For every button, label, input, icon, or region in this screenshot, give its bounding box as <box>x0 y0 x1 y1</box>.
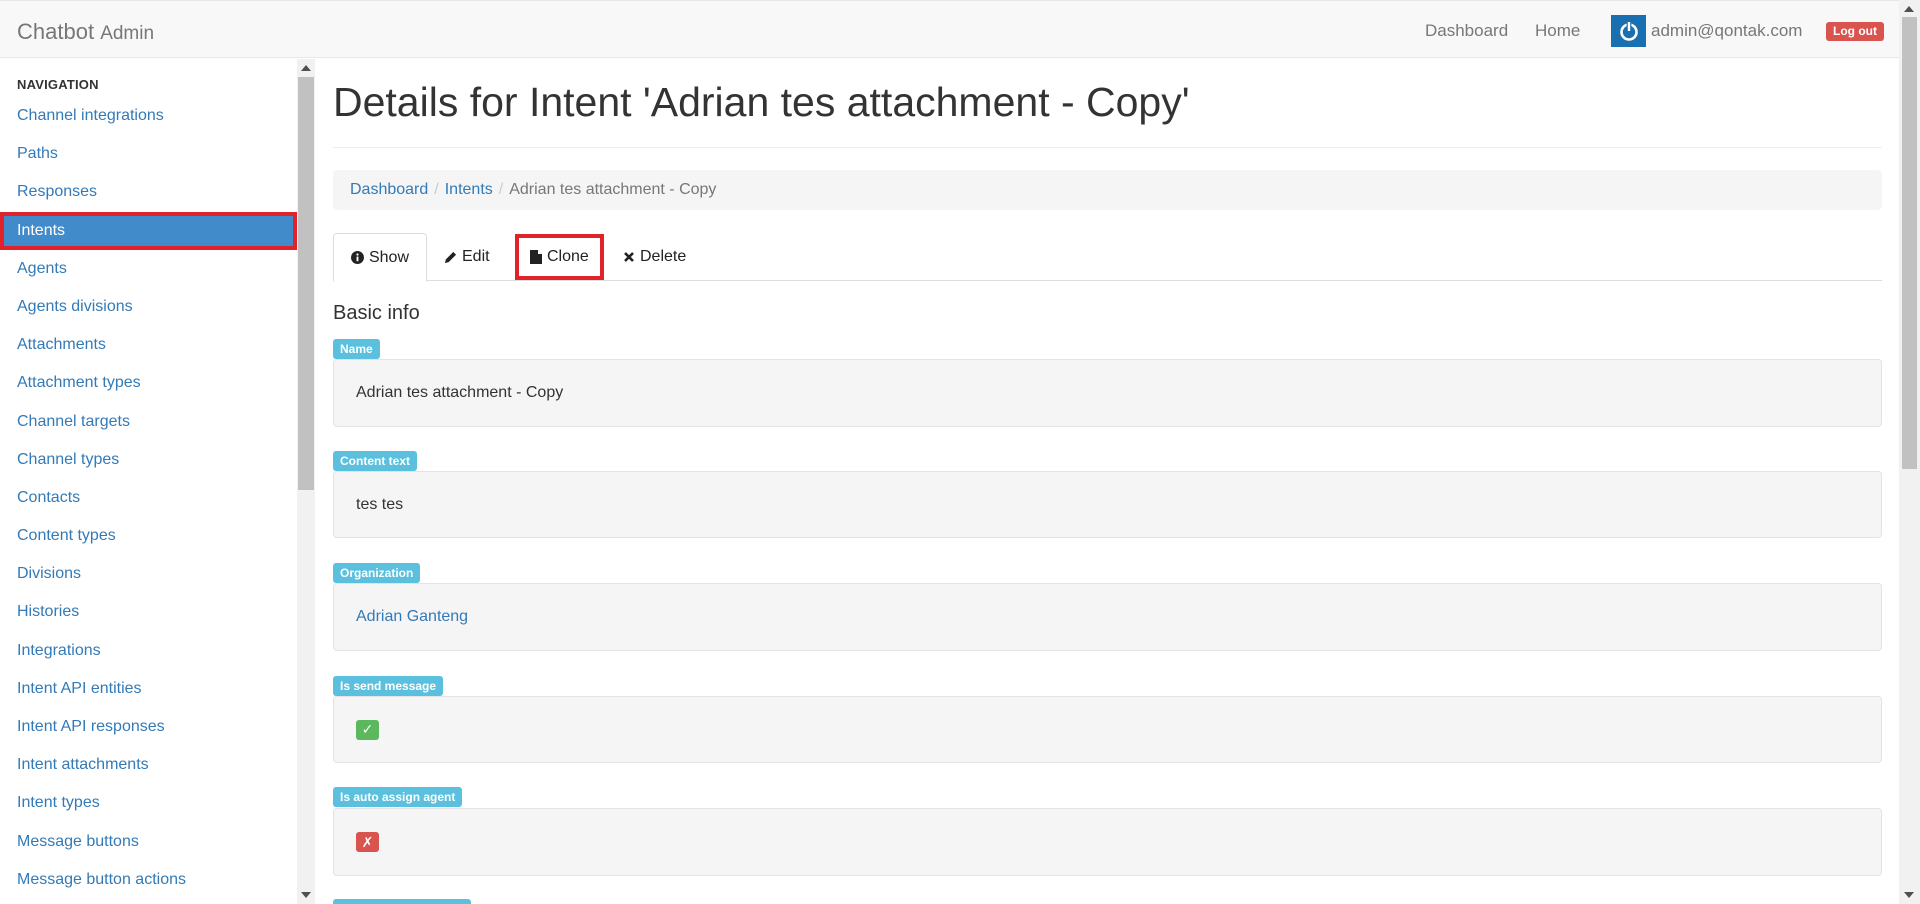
tab-delete-label: Delete <box>640 248 687 265</box>
field-value-is-send-message: ✓ <box>333 696 1882 763</box>
field-label-name: Name <box>333 339 380 359</box>
sidebar-item-channel-types[interactable]: Channel types <box>0 441 297 479</box>
field-label-is-auto-assign-agent: Is auto assign agent <box>333 787 463 807</box>
tab-delete[interactable]: Delete <box>606 233 703 281</box>
sidebar-item-contacts[interactable]: Contacts <box>0 479 297 517</box>
power-icon <box>1619 21 1638 41</box>
sidebar-scrollbar[interactable] <box>297 59 315 904</box>
field-value-name: Adrian tes attachment - Copy <box>333 359 1882 427</box>
sidebar-item-intent-types[interactable]: Intent types <box>0 784 297 822</box>
title-divider <box>333 147 1882 148</box>
tab-edit[interactable]: Edit <box>427 233 507 281</box>
sidebar-item-channel-targets[interactable]: Channel targets <box>0 403 297 441</box>
sidebar-item-channel-integrations[interactable]: Channel integrations <box>0 97 297 135</box>
field-label-content-text: Content text <box>333 451 417 471</box>
sidebar-item-intent-api-responses[interactable]: Intent API responses <box>0 708 297 746</box>
action-tabs: Show Edit Clone Delete <box>333 233 1882 282</box>
cross-no-icon: ✗ <box>356 832 379 852</box>
breadcrumb-separator: / <box>498 181 504 198</box>
field-value-organization: Adrian Ganteng <box>333 583 1882 651</box>
tab-show[interactable]: Show <box>333 233 427 282</box>
sidebar-item-intents[interactable]: Intents <box>0 211 297 250</box>
field-label-is-send-message: Is send message <box>333 676 444 696</box>
field-value-content-text: tes tes <box>333 471 1882 538</box>
scroll-down-icon[interactable] <box>1904 892 1914 898</box>
pencil-icon <box>444 251 457 263</box>
check-yes-icon: ✓ <box>356 719 379 740</box>
content-text-value: tes tes <box>356 495 404 513</box>
organization-link[interactable]: Adrian Ganteng <box>356 608 468 626</box>
scroll-up-icon[interactable] <box>301 65 311 71</box>
main-content: Details for Intent 'Adrian tes attachmen… <box>315 59 1899 904</box>
name-value: Adrian tes attachment - Copy <box>356 384 564 401</box>
tab-show-label: Show <box>368 248 409 266</box>
info-circle-icon <box>351 251 364 264</box>
sidebar-item-attachment-types[interactable]: Attachment types <box>0 364 297 402</box>
field-label-organization: Organization <box>333 563 421 583</box>
sidebar-item-intent-attachments[interactable]: Intent attachments <box>0 746 297 784</box>
breadcrumb-separator: / <box>434 181 439 198</box>
sidebar-item-integrations[interactable]: Integrations <box>0 632 297 670</box>
breadcrumb-dashboard[interactable]: Dashboard <box>350 181 428 198</box>
field-label-partial <box>333 899 471 904</box>
breadcrumb-current: Adrian tes attachment - Copy <box>509 181 717 198</box>
sidebar-item-message-button-actions[interactable]: Message button actions <box>0 861 297 899</box>
sidebar-item-content-types[interactable]: Content types <box>0 517 297 555</box>
breadcrumb: Dashboard / Intents / Adrian tes attachment … <box>333 170 1882 210</box>
tab-edit-label: Edit <box>462 248 490 265</box>
sidebar-item-attachments[interactable]: Attachments <box>0 326 297 364</box>
file-icon <box>530 250 542 264</box>
field-value-is-auto-assign-agent: ✗ <box>333 808 1882 876</box>
sidebar-item-responses[interactable]: Responses <box>0 173 297 211</box>
times-icon <box>624 252 634 262</box>
sidebar-item-paths[interactable]: Paths <box>0 135 297 173</box>
top-navbar: Chatbot Admin Dashboard Home admin@qonta… <box>0 0 1899 58</box>
sidebar-list: Channel integrations Paths Responses Int… <box>0 97 297 899</box>
logout-button[interactable]: Log out <box>1826 22 1884 41</box>
sidebar-item-divisions[interactable]: Divisions <box>0 555 297 593</box>
breadcrumb-intents[interactable]: Intents <box>445 181 493 198</box>
sidebar-header: NAVIGATION <box>17 77 99 92</box>
page-scroll-thumb[interactable] <box>1902 17 1917 469</box>
sidebar-item-message-buttons[interactable]: Message buttons <box>0 823 297 861</box>
user-avatar-icon <box>1611 15 1646 47</box>
brand-subtitle: Admin <box>100 23 155 44</box>
sidebar-item-agents-divisions[interactable]: Agents divisions <box>0 288 297 326</box>
sidebar-item-intent-api-entities[interactable]: Intent API entities <box>0 670 297 708</box>
page-scrollbar[interactable] <box>1899 0 1920 904</box>
scroll-up-icon[interactable] <box>1904 6 1914 12</box>
tab-clone-label: Clone <box>547 248 589 265</box>
sidebar-item-agents[interactable]: Agents <box>0 250 297 288</box>
user-email-link[interactable]: admin@qontak.com <box>1651 21 1802 41</box>
sidebar-item-histories[interactable]: Histories <box>0 593 297 631</box>
brand-link[interactable]: Chatbot Admin <box>17 19 154 45</box>
page-title: Details for Intent 'Adrian tes attachmen… <box>333 79 1190 125</box>
brand-title: Chatbot <box>17 19 95 44</box>
tab-clone[interactable]: Clone <box>515 234 604 280</box>
sidebar: NAVIGATION Channel integrations Paths Re… <box>0 59 297 904</box>
section-title: Basic info <box>333 302 420 324</box>
nav-dashboard-link[interactable]: Dashboard <box>1425 21 1508 41</box>
nav-home-link[interactable]: Home <box>1535 21 1580 41</box>
scroll-down-icon[interactable] <box>301 892 311 898</box>
sidebar-scroll-thumb[interactable] <box>298 77 314 490</box>
